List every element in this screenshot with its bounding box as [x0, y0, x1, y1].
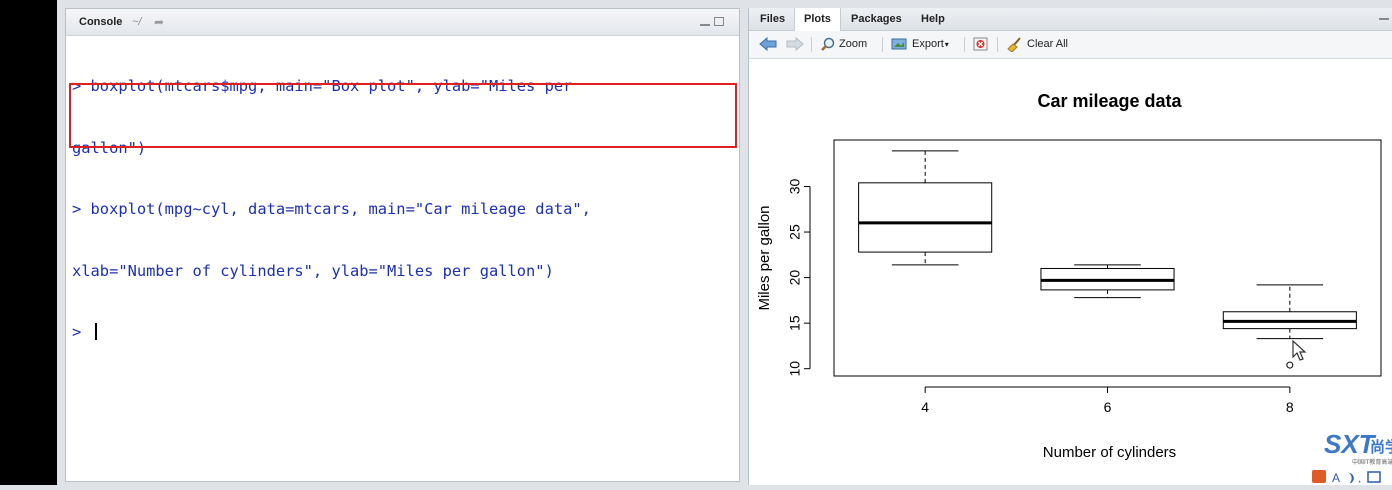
box-6	[1040, 264, 1175, 299]
toolbar-separator	[964, 37, 965, 52]
console-pane: Console ~/ ➦ > boxplot(mtcars$mpg, main=…	[65, 8, 740, 482]
console-line: xlab="Number of cylinders", ylab="Miles …	[72, 261, 554, 280]
go-to-directory-icon[interactable]: ➦	[154, 15, 164, 29]
outlier-point	[1286, 361, 1294, 369]
x-tick-label: 6	[1104, 399, 1112, 415]
y-tick-label: 10	[787, 361, 803, 377]
y-tick-label: 20	[787, 270, 803, 286]
clear-all-button[interactable]: Clear All	[1027, 36, 1068, 52]
y-tick-label: 15	[787, 315, 803, 331]
iqr-box	[858, 182, 993, 253]
minimize-icon[interactable]	[1379, 18, 1389, 20]
maximize-icon[interactable]	[714, 17, 724, 26]
minimize-icon[interactable]	[700, 18, 710, 26]
mouse-pointer-icon	[1292, 340, 1307, 361]
x-tick-label: 8	[1286, 399, 1294, 415]
chevron-down-icon: ▾	[944, 40, 949, 49]
export-icon[interactable]	[891, 37, 907, 51]
broom-icon[interactable]	[1007, 37, 1023, 52]
box-4	[858, 150, 993, 266]
y-tick-label: 30	[787, 178, 803, 194]
zoom-icon[interactable]	[821, 37, 835, 51]
zoom-button[interactable]: Zoom	[839, 36, 867, 52]
watermark-logo-cn: 尚学	[1370, 438, 1392, 456]
ime-punct-icon: ,	[1358, 471, 1361, 483]
watermark-subtitle: 中国IT教育高端领	[1352, 458, 1392, 466]
watermark-logo: SXT 尚学 中国IT教育高端领 A ❩ ,	[1282, 428, 1392, 485]
x-tick-label: 4	[921, 399, 929, 415]
boxplot-chart: Car mileage data 10 15 20 25 30 4 6 8 Number of c…	[756, 91, 1382, 461]
x-axis-label: Number of cylinders	[1043, 444, 1176, 461]
back-arrow-icon[interactable]	[759, 37, 777, 51]
forward-arrow-icon[interactable]	[786, 37, 804, 51]
ime-keyboard-icon	[1367, 471, 1381, 483]
plots-pane: Files Plots Packages Help Zoom Export▾ C…	[748, 8, 1392, 485]
export-label: Export	[912, 38, 944, 50]
ime-logo-icon	[1312, 470, 1326, 483]
box-8	[1222, 284, 1357, 369]
toolbar-separator	[811, 37, 812, 52]
tab-help[interactable]: Help	[912, 8, 954, 30]
console-prompt: >	[72, 323, 91, 341]
tab-files[interactable]: Files	[751, 8, 794, 30]
console-title: Console	[79, 16, 123, 28]
remove-plot-icon[interactable]	[973, 37, 989, 51]
export-button[interactable]: Export▾	[912, 36, 949, 52]
console-line: > boxplot(mpg~cyl, data=mtcars, main="Ca…	[72, 200, 591, 218]
left-black-strip	[0, 0, 57, 485]
plot-area: Car mileage data 10 15 20 25 30 4 6 8 Number of c…	[749, 59, 1392, 485]
plots-toolbar: Zoom Export▾ Clear All	[749, 31, 1392, 59]
console-prompt-line[interactable]: >	[72, 322, 735, 343]
toolbar-separator	[882, 37, 883, 52]
watermark-logo-text: SXT	[1324, 429, 1377, 459]
tab-plots[interactable]: Plots	[794, 8, 841, 31]
toolbar-separator	[997, 37, 998, 52]
console-output[interactable]: > boxplot(mtcars$mpg, main="Box plot", y…	[69, 35, 737, 481]
pane-tabbar: Files Plots Packages Help	[749, 8, 1392, 31]
watermark-graphic: SXT 尚学 中国IT教育高端领 A ❩ ,	[1312, 429, 1392, 485]
red-highlight-box	[69, 83, 737, 148]
console-header: Console ~/ ➦	[66, 9, 739, 36]
text-cursor	[94, 323, 97, 340]
ime-letter-icon: A	[1332, 471, 1340, 483]
working-directory-label[interactable]: ~/	[132, 16, 141, 28]
y-axis-label: Miles per gallon	[756, 205, 773, 310]
chart-title: Car mileage data	[1037, 91, 1182, 111]
ime-moon-icon: ❩	[1346, 471, 1356, 483]
tab-packages[interactable]: Packages	[842, 8, 911, 30]
y-tick-label: 25	[787, 224, 803, 240]
